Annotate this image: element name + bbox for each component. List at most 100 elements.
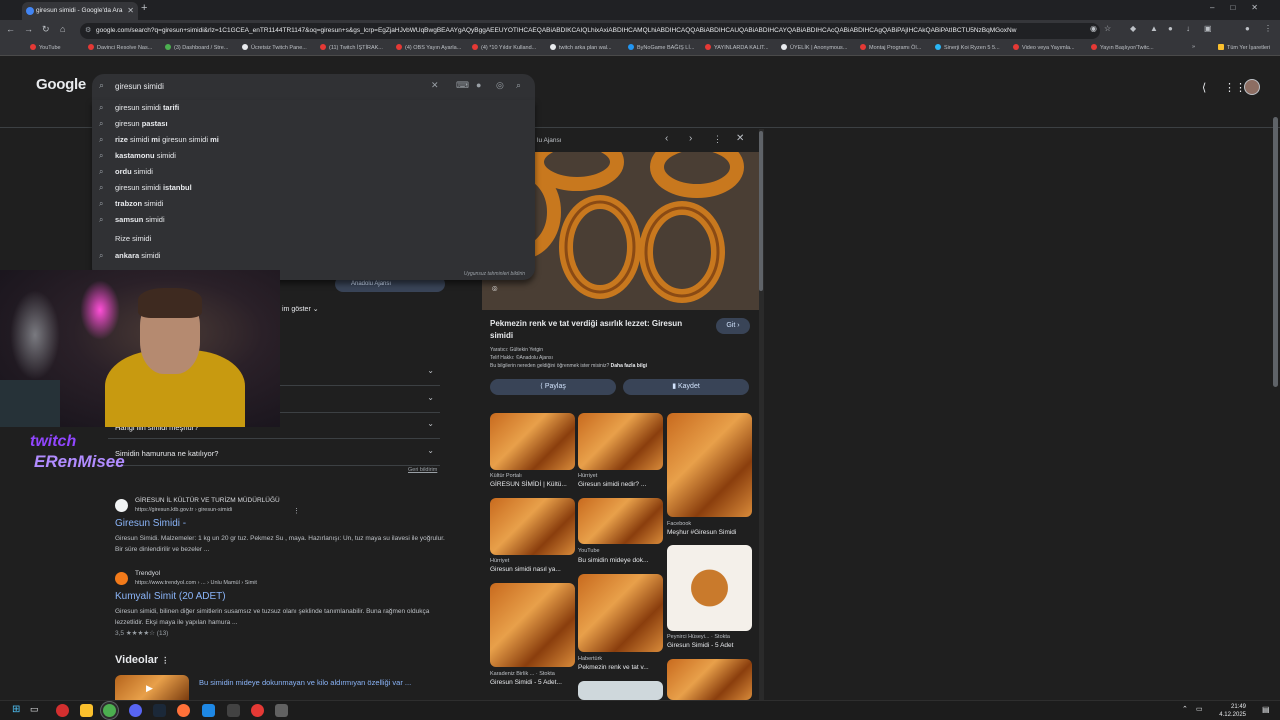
microphone-icon[interactable]: ● — [476, 80, 481, 90]
related-title[interactable]: Giresun simidi nedir? ... — [578, 481, 646, 488]
result-url[interactable]: https://www.trendyol.com › ... › Unlu Ma… — [135, 580, 257, 586]
related-image[interactable] — [578, 681, 663, 700]
clear-icon[interactable]: ✕ — [431, 80, 439, 91]
bookmark-item[interactable]: Ücretsiz Twitch Pane... — [242, 44, 307, 51]
suggestion-item[interactable]: ⌕ trabzon simidi — [92, 196, 535, 212]
bookmark-item[interactable]: ÜYELİK | Anonymous... — [781, 44, 847, 51]
bookmark-item[interactable]: Video veya Yayımla... — [1013, 44, 1075, 51]
menu-icon[interactable]: ⋮ — [1264, 24, 1272, 33]
close-tab-icon[interactable]: ✕ — [127, 2, 134, 20]
image-headline[interactable]: Pekmezin renk ve tat verdiği asırlık lez… — [490, 318, 700, 342]
new-tab-icon[interactable]: + — [141, 2, 147, 14]
save-button[interactable]: ▮ Kaydet — [623, 379, 749, 395]
related-image[interactable] — [490, 498, 575, 555]
suggestion-item[interactable]: ⌕ giresun simidi istanbul — [92, 180, 535, 196]
google-logo[interactable]: Google — [36, 76, 86, 93]
bookmark-item[interactable]: (4) OBS Yayın Ayarla... — [396, 44, 461, 51]
prev-image-icon[interactable]: ‹ — [665, 133, 668, 144]
search-input[interactable]: giresun simidi — [115, 82, 164, 91]
extension-icon[interactable]: ● — [1168, 24, 1173, 33]
result-site-name[interactable]: Trendyol — [135, 570, 160, 577]
discord-icon[interactable] — [129, 704, 142, 717]
app-icon[interactable] — [202, 704, 215, 717]
related-image[interactable] — [578, 413, 663, 470]
extension-icon[interactable]: ▲ — [1150, 24, 1158, 33]
more-options-icon[interactable]: ⋮ — [713, 134, 722, 145]
steam-icon[interactable] — [153, 704, 166, 717]
extension-icon[interactable]: ◆ — [1130, 24, 1136, 33]
suggestion-item[interactable]: ⌕ giresun pastası — [92, 116, 535, 132]
back-icon[interactable]: ← — [6, 24, 15, 34]
bookmarks-overflow-icon[interactable]: » — [1192, 44, 1195, 50]
avatar[interactable] — [1244, 79, 1260, 95]
bookmark-item[interactable]: Montaj Programı Öl... — [860, 44, 921, 51]
bookmark-item[interactable]: ByNoGame BAĞIŞ Lİ... — [628, 44, 694, 51]
faq-row[interactable]: Simidin hamuruna ne katılıyor? ⌄ — [108, 440, 440, 466]
keyboard-icon[interactable]: ⌨ — [456, 80, 469, 91]
more-options-icon[interactable]: ⋮ — [293, 507, 300, 515]
share-icon[interactable]: ⟨ — [1202, 81, 1206, 94]
result-site-name[interactable]: GİRESUN İL KÜLTÜR VE TURİZM MÜDÜRLÜĞÜ — [135, 497, 280, 504]
suggestion-item[interactable]: ⌕ ordu simidi — [92, 164, 535, 180]
apps-grid-icon[interactable]: ⋮⋮ — [1224, 81, 1246, 94]
firefox-icon[interactable] — [177, 704, 190, 717]
network-icon[interactable]: ▭ — [1196, 705, 1203, 713]
app-icon[interactable] — [227, 704, 240, 717]
bookmark-item[interactable]: Davinci Resolve Nas... — [88, 44, 152, 51]
viewer-source[interactable]: lu Ajansı — [537, 137, 562, 144]
related-title[interactable]: Giresun simidi nasıl ya... — [490, 566, 561, 573]
suggestion-item[interactable]: ⌕ rize simidi mi giresun simidi mi — [92, 132, 535, 148]
bookmark-item[interactable]: (4) *10 Yıldır Kulland... — [472, 44, 536, 51]
related-title[interactable]: Giresun Simidi - 5 Adet... — [490, 679, 562, 686]
page-scrollbar[interactable] — [1273, 117, 1278, 387]
suggestion-item[interactable]: ⌕ kastamonu simidi — [92, 148, 535, 164]
bookmark-star-icon[interactable]: ☆ — [1104, 24, 1111, 33]
visit-button[interactable]: Git › — [716, 318, 750, 334]
result-title[interactable]: Giresun Simidi - — [115, 518, 186, 529]
suggestion-item[interactable]: ⌕ ankara simidi — [92, 248, 535, 264]
reload-icon[interactable]: ↻ — [42, 24, 50, 35]
bookmark-item[interactable]: (3) Dashboard / Stre... — [165, 44, 228, 51]
related-title[interactable]: Giresun Simidi - 5 Adet — [667, 642, 733, 649]
window-controls[interactable]: –□✕ — [1210, 3, 1274, 12]
related-title[interactable]: GİRESUN SİMİDİ | Kültü... — [490, 481, 567, 488]
task-view-icon[interactable]: ▭ — [30, 704, 39, 715]
site-info-icon[interactable]: ⚙ — [85, 23, 91, 39]
related-title[interactable]: Pekmezin renk ve tat v... — [578, 664, 649, 671]
all-bookmarks[interactable]: Tüm Yer İşaretleri — [1218, 44, 1270, 51]
camera-lens-icon[interactable]: ◎ — [496, 80, 504, 91]
home-icon[interactable]: ⌂ — [60, 24, 65, 34]
report-predictions-link[interactable]: Uygunsuz tahminleri bildirin — [464, 271, 525, 277]
related-image[interactable] — [490, 413, 575, 470]
bookmark-item[interactable]: YouTube — [30, 44, 61, 51]
close-viewer-icon[interactable]: ✕ — [736, 133, 744, 144]
viewer-scrollbar[interactable] — [759, 129, 764, 700]
show-more-button[interactable]: im göster ⌄ — [282, 305, 319, 313]
share-button[interactable]: ⟨ Paylaş — [490, 379, 616, 395]
result-url[interactable]: https://giresun.ktb.gov.tr › giresun-sim… — [135, 507, 232, 513]
download-icon[interactable]: ↓ — [1186, 24, 1190, 33]
chrome-icon[interactable] — [103, 704, 116, 717]
result-title[interactable]: Kumyalı Simit (20 ADET) — [115, 591, 226, 602]
video-title[interactable]: Bu simidin mideye dokunmayan ve kilo ald… — [199, 678, 411, 687]
related-image[interactable] — [667, 413, 752, 517]
related-image[interactable] — [667, 545, 752, 631]
learn-more-link[interactable]: Daha fazla bilgi — [611, 363, 647, 369]
search-submit-icon[interactable]: ⌕ — [516, 80, 521, 91]
forward-icon[interactable]: → — [24, 24, 33, 34]
profile-icon[interactable]: ● — [1245, 24, 1250, 33]
related-image[interactable] — [667, 659, 752, 700]
file-explorer-icon[interactable] — [80, 704, 93, 717]
bookmark-item[interactable]: Yayın Başlıyor/Twitc... — [1091, 44, 1154, 51]
location-icon[interactable]: ◉ — [1090, 24, 1097, 33]
related-title[interactable]: Meşhur #Giresun Simidi — [667, 529, 736, 536]
bookmark-item[interactable]: (11) Twitch İŞTİRAK... — [320, 44, 383, 51]
extensions-puzzle-icon[interactable]: ▣ — [1204, 24, 1212, 33]
start-icon[interactable]: ⊞ — [12, 704, 20, 715]
suggestion-item[interactable]: Rize simidi — [92, 231, 535, 247]
related-image[interactable] — [490, 583, 575, 667]
suggestion-item[interactable]: ⌕ samsun simidi — [92, 212, 535, 228]
video-thumbnail[interactable]: ▶ — [115, 675, 189, 700]
bookmark-item[interactable]: Sinerji Koi Ryzen 5 5... — [935, 44, 1000, 51]
browser-tab[interactable]: giresun simidi - Google'da Ara ✕ — [22, 2, 138, 20]
